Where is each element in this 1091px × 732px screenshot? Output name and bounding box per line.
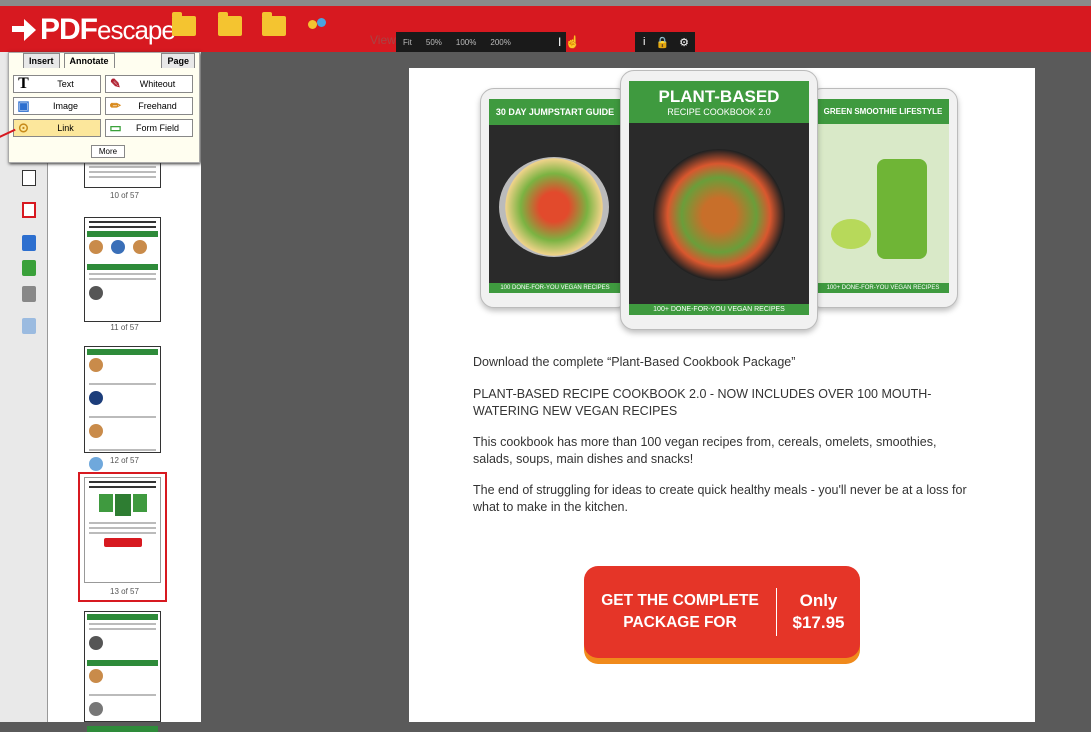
zoom-50[interactable]: 50% (419, 38, 449, 47)
more-button[interactable]: More (91, 145, 125, 158)
info-icon[interactable]: i (643, 36, 645, 48)
whiteout-tool-button[interactable]: ✎ Whiteout (105, 75, 193, 93)
tab-insert[interactable]: Insert (23, 53, 60, 68)
window-icon[interactable] (22, 318, 36, 334)
download-folder-icon[interactable] (218, 12, 242, 36)
text-tool-icon: T (18, 75, 29, 92)
download-icon[interactable] (22, 260, 36, 276)
greens (831, 219, 871, 249)
top-toolbar: PDFescape View Fit 50% 100% 200% I ☝ i 🔒… (0, 0, 1091, 52)
whiteout-brush-icon: ✎ (110, 76, 121, 91)
thumbnail-page-10[interactable] (84, 162, 161, 188)
save-folder-icon[interactable] (172, 12, 196, 36)
bowl-photo (653, 149, 785, 281)
thumbnail-label: 12 of 57 (110, 456, 139, 465)
link-tool-icon: ⊙ (18, 120, 29, 135)
image-tool-icon: ▣ (17, 98, 30, 113)
text-tool-button[interactable]: T Text (13, 75, 101, 93)
thumbnail-page-13[interactable] (84, 477, 161, 583)
cover-right-title: GREEN SMOOTHIE LIFESTYLE (817, 99, 949, 124)
cover-smoothie: GREEN SMOOTHIE LIFESTYLE 100+ DONE-FOR-Y… (808, 88, 958, 308)
thumbnail-label: 10 of 57 (110, 191, 139, 200)
cover-left-footer: 100 DONE-FOR-YOU VEGAN RECIPES (489, 283, 621, 293)
cover-center-title: PLANT-BASED (658, 87, 780, 106)
save-icon[interactable] (22, 235, 36, 251)
cta-line-2: PACKAGE FOR (623, 614, 737, 631)
cover-center-subtitle: RECIPE COOKBOOK 2.0 (667, 107, 771, 117)
page-icon[interactable] (22, 170, 36, 186)
form-field-icon: ▭ (109, 120, 122, 135)
lock-icon[interactable]: 🔒 (655, 36, 669, 49)
cookbook-headline: PLANT-BASED RECIPE COOKBOOK 2.0 - NOW IN… (473, 387, 932, 418)
link-tool-button[interactable]: ⊙ Link (13, 119, 101, 137)
zoom-strip: Fit 50% 100% 200% (396, 32, 566, 52)
zoom-200[interactable]: 200% (483, 38, 517, 47)
thumbnail-label: 11 of 57 (110, 323, 139, 332)
cover-plant-based: PLANT-BASED RECIPE COOKBOOK 2.0 100+ DON… (620, 70, 818, 330)
thumbnail-page-12[interactable] (84, 346, 161, 471)
logo-light: escape (97, 15, 176, 45)
cookbook-covers-image: 30 DAY JUMPSTART GUIDE 100 DONE-FOR-YOU … (460, 70, 980, 330)
smoothie-glass (877, 159, 927, 259)
panel-tabs: Insert Annotate Page (9, 53, 199, 68)
gear-icon[interactable]: ⚙ (679, 36, 689, 49)
select-tools: I ☝ (558, 32, 580, 52)
cta-price-label: Only (799, 591, 838, 610)
tab-page[interactable]: Page (161, 53, 195, 68)
form-field-tool-button[interactable]: ▭ Form Field (105, 119, 193, 137)
zoom-100[interactable]: 100% (449, 38, 483, 47)
download-line: Download the complete “Plant-Based Cookb… (473, 355, 796, 369)
tab-annotate[interactable]: Annotate (63, 53, 115, 68)
share-people-icon[interactable] (306, 16, 330, 36)
cover-right-footer: 100+ DONE-FOR-YOU VEGAN RECIPES (817, 283, 949, 293)
buy-package-button[interactable]: GET THE COMPLETE PACKAGE FOR Only $17.95 (584, 566, 860, 658)
freehand-tool-button[interactable]: ✏ Freehand (105, 97, 193, 115)
cover-jumpstart: 30 DAY JUMPSTART GUIDE 100 DONE-FOR-YOU … (480, 88, 630, 308)
image-tool-button[interactable]: ▣ Image (13, 97, 101, 115)
open-folder-icon[interactable] (262, 12, 286, 36)
logo-bold: PDF (40, 13, 98, 46)
zoom-fit[interactable]: Fit (396, 38, 419, 47)
view-label: View (370, 33, 396, 47)
food-photo (499, 157, 609, 257)
cta-price: $17.95 (792, 613, 845, 632)
cookbook-description: This cookbook has more than 100 vegan re… (473, 435, 937, 466)
hand-tool-icon[interactable]: ☝ (565, 35, 580, 49)
cover-left-title: 30 DAY JUMPSTART GUIDE (489, 99, 621, 125)
logo-arrow-icon (12, 19, 36, 41)
doc-tools: i 🔒 ⚙ (635, 32, 695, 52)
print-icon[interactable] (22, 286, 36, 302)
cookbook-benefit: The end of struggling for ideas to creat… (473, 483, 967, 514)
text-cursor-icon[interactable]: I (558, 35, 561, 49)
pdf-icon[interactable] (22, 202, 36, 218)
pencil-icon: ✏ (110, 98, 121, 113)
annotate-panel: Insert Annotate Page T Text ✎ Whiteout ▣… (8, 52, 200, 163)
pdfescape-logo[interactable]: PDFescape (12, 10, 176, 50)
thumbnail-page-11[interactable] (84, 217, 161, 322)
cta-line-1: GET THE COMPLETE (601, 592, 759, 609)
cover-center-footer: 100+ DONE-FOR-YOU VEGAN RECIPES (629, 304, 809, 315)
thumbnail-label: 13 of 57 (110, 587, 139, 596)
thumbnail-page-14[interactable] (84, 611, 161, 732)
